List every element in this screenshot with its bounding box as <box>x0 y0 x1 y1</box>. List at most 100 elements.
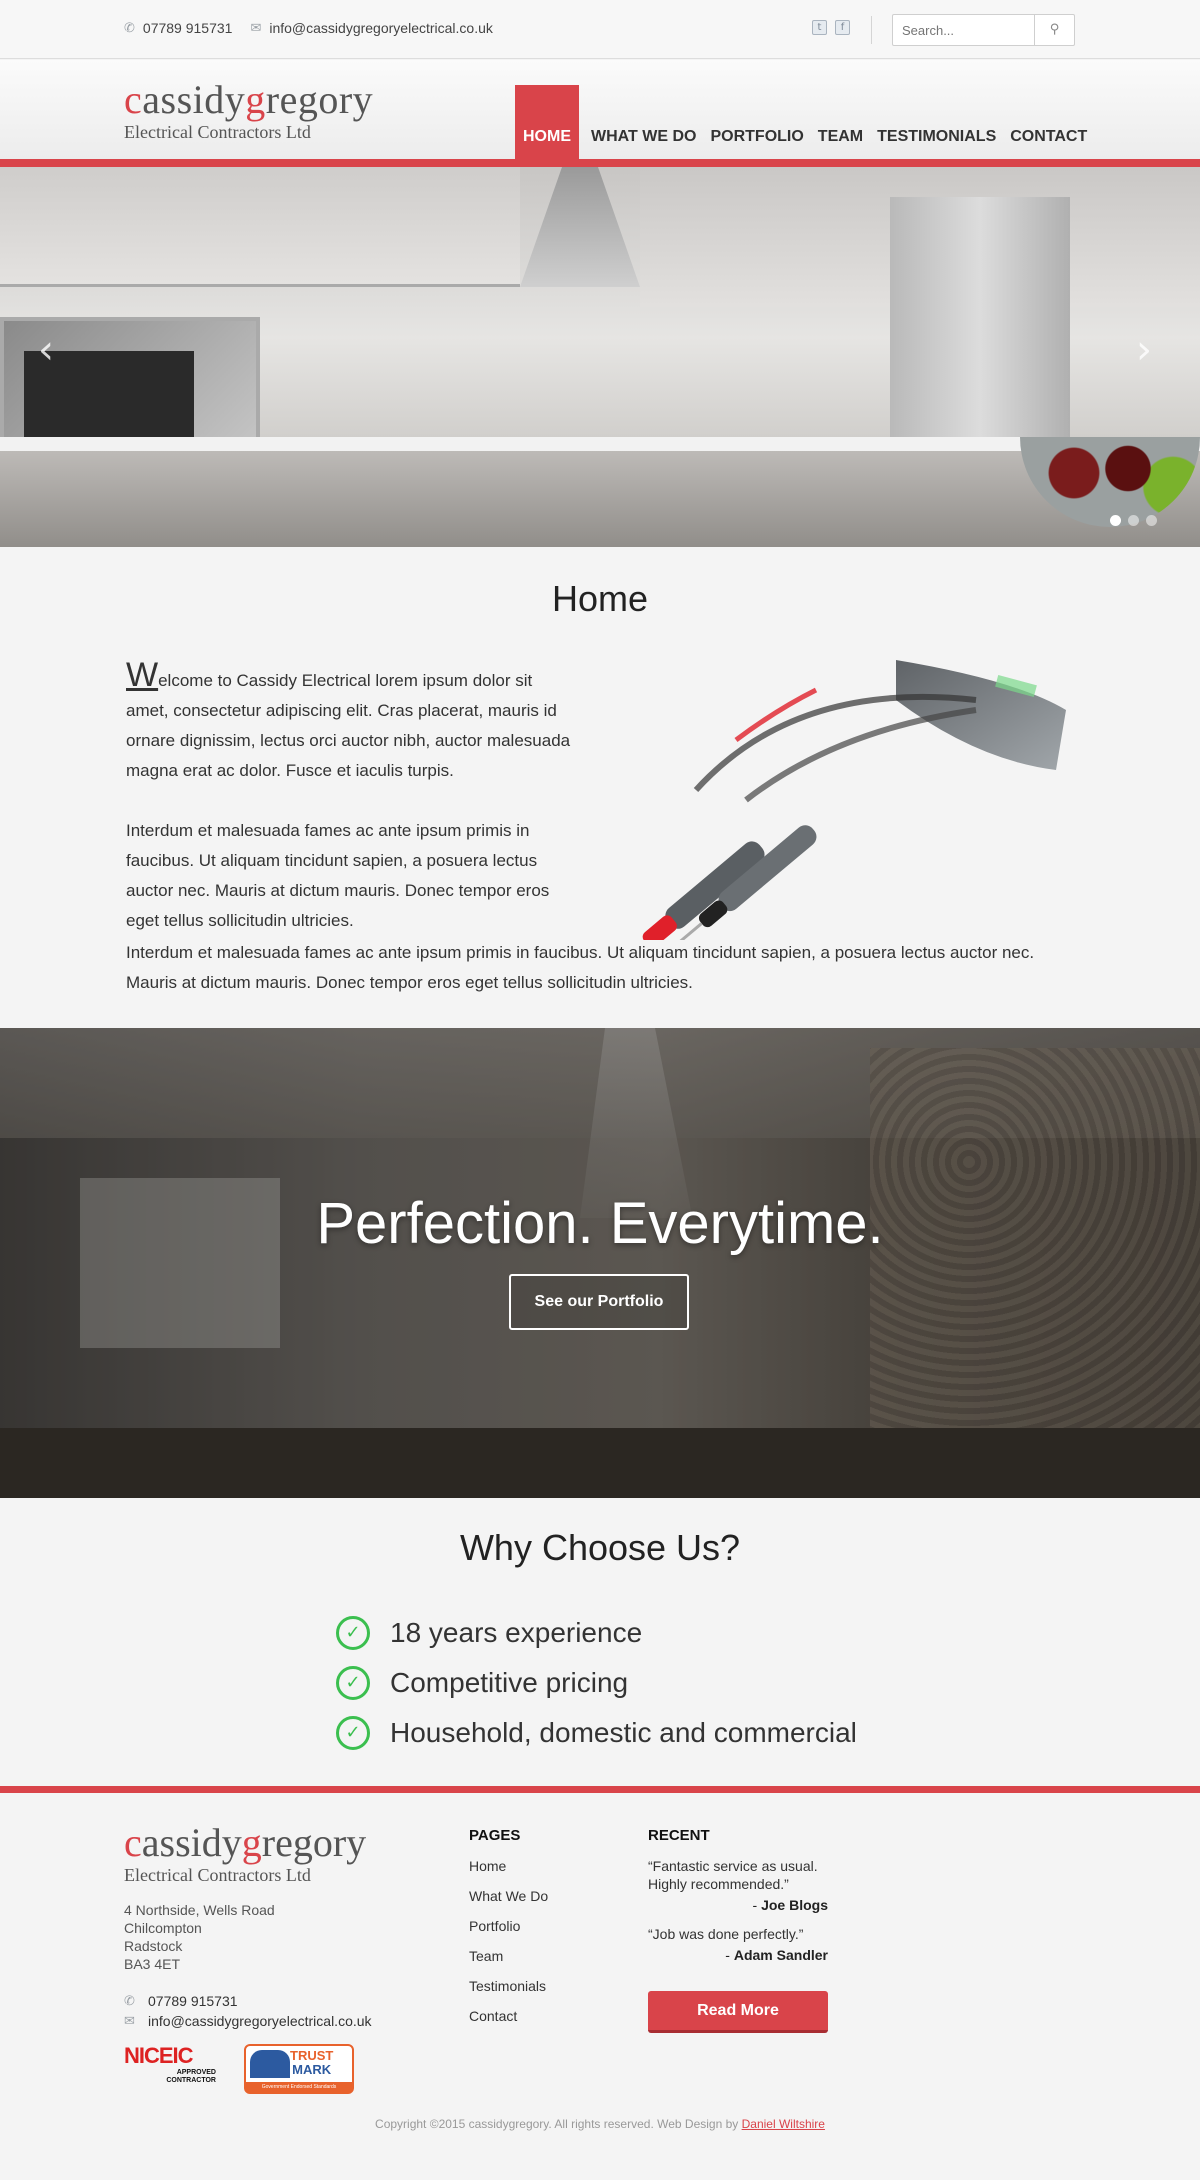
why-title: Why Choose Us? <box>459 1527 741 1568</box>
intro-paragraph-3: Interdum et malesuada fames ac ante ipsu… <box>126 943 1035 992</box>
check-circle-icon: ✓ <box>336 1716 370 1750</box>
nav-team[interactable]: TEAM <box>818 128 877 160</box>
binoculars-icon[interactable]: ⚲ <box>1034 15 1074 45</box>
intro-paragraph-2: Interdum et malesuada fames ac ante ipsu… <box>126 821 550 930</box>
accreditation-badges: NICEIC APPROVED CONTRACTOR TRUST MARK Gov… <box>124 2043 354 2095</box>
top-bar: ✆ 07789 915731 ✉ info@cassidygregoryelec… <box>0 0 1200 59</box>
search-box: ⚲ <box>892 14 1075 46</box>
site-footer: cassidygregory Electrical Contractors Lt… <box>0 1793 1200 2180</box>
logo-text-1: assidy <box>141 1820 242 1865</box>
page-title: Home <box>551 578 649 619</box>
phone-icon: ✆ <box>124 1993 135 2008</box>
logo-letter-g: g <box>245 77 266 122</box>
testimonial-quote: “Job was done perfectly.” <box>648 1926 804 1942</box>
nav-testimonials[interactable]: TESTIMONIALS <box>877 128 1010 160</box>
testimonial-author: Adam Sandler <box>733 1947 828 1963</box>
site-header: cassidygregory Electrical Contractors Lt… <box>0 60 1200 160</box>
footer-address: 4 Northside, Wells Road Chilcompton Rads… <box>124 1901 275 1973</box>
logo-subtitle: Electrical Contractors Ltd <box>124 1865 311 1885</box>
slider-dots <box>1110 515 1157 526</box>
copyright: Copyright ©2015 cassidygregory. All righ… <box>0 2117 1200 2131</box>
mail-icon: ✉ <box>250 20 262 35</box>
footer-pages: Home What We Do Portfolio Team Testimoni… <box>469 1857 548 2037</box>
logo-text-2: regory <box>261 1820 367 1865</box>
footer-link-home[interactable]: Home <box>469 1857 548 1887</box>
phone-icon: ✆ <box>124 20 135 35</box>
trustmark-roof-icon <box>250 2050 290 2078</box>
banner-title: Perfection. Everytime. <box>316 1191 884 1256</box>
twitter-icon[interactable]: t <box>812 20 827 35</box>
facebook-icon[interactable]: f <box>835 20 850 35</box>
top-contact: ✆ 07789 915731 ✉ info@cassidygregoryelec… <box>124 20 493 36</box>
logo-letter-g: g <box>241 1820 262 1865</box>
niceic-logo: NICEIC APPROVED CONTRACTOR <box>124 2043 216 2095</box>
chevron-right-icon[interactable]: › <box>1136 327 1152 373</box>
drop-cap: W <box>126 656 159 694</box>
trustmark-tagline: Government Endorsed Standards <box>246 2082 352 2092</box>
address-line: BA3 4ET <box>124 1956 181 1972</box>
multimeter-probes-image <box>642 660 1066 940</box>
pages-heading: PAGES <box>469 1827 521 1844</box>
footer-link-contact[interactable]: Contact <box>469 2007 548 2037</box>
range-hood <box>520 167 640 287</box>
address-line: 4 Northside, Wells Road <box>124 1902 275 1918</box>
recent-heading: RECENT <box>648 1827 710 1844</box>
search-input[interactable] <box>893 15 1033 45</box>
why-item-text: Competitive pricing <box>390 1667 629 1698</box>
footer-link-portfolio[interactable]: Portfolio <box>469 1917 548 1947</box>
nav-contact[interactable]: CONTACT <box>1010 128 1101 160</box>
copyright-text: Copyright ©2015 cassidygregory. All righ… <box>375 2117 739 2131</box>
read-more-button[interactable]: Read More <box>648 1991 828 2033</box>
logo-text-1: assidy <box>142 77 246 122</box>
see-portfolio-button[interactable]: See our Portfolio <box>509 1274 689 1330</box>
trustmark-text-2: MARK <box>292 2062 332 2077</box>
footer-phone[interactable]: 07789 915731 <box>148 1991 238 2011</box>
check-circle-icon: ✓ <box>336 1666 370 1700</box>
slider-dot[interactable] <box>1110 515 1121 526</box>
footer-link-team[interactable]: Team <box>469 1947 548 1977</box>
designer-link[interactable]: Daniel Wiltshire <box>742 2117 825 2131</box>
list-item: ✓ 18 years experience <box>336 1608 857 1658</box>
nav-portfolio[interactable]: PORTFOLIO <box>710 128 817 160</box>
niceic-contractor: CONTRACTOR <box>166 2077 216 2084</box>
nav-what-we-do[interactable]: WHAT WE DO <box>591 128 710 160</box>
footer-accent-bar <box>0 1786 1200 1793</box>
footer-link-what-we-do[interactable]: What We Do <box>469 1887 548 1917</box>
chevron-left-icon[interactable]: ‹ <box>38 327 54 373</box>
divider <box>871 16 872 44</box>
check-circle-icon: ✓ <box>336 1616 370 1650</box>
address-line: Chilcompton <box>124 1920 202 1936</box>
footer-logo[interactable]: cassidygregory Electrical Contractors Lt… <box>124 1823 366 1886</box>
main-nav: HOME WHAT WE DO PORTFOLIO TEAM TESTIMONI… <box>515 85 1101 160</box>
why-list: ✓ 18 years experience ✓ Competitive pricin… <box>336 1608 857 1758</box>
logo-letter-c: c <box>124 77 143 122</box>
trustmark-logo: TRUST MARK Government Endorsed Standards <box>244 2044 354 2094</box>
trustmark-text-1: TRUST <box>290 2048 334 2063</box>
footer-email[interactable]: info@cassidygregoryelectrical.co.uk <box>148 2011 372 2031</box>
list-item: ✓ Household, domestic and commercial <box>336 1708 857 1758</box>
slider-dot[interactable] <box>1128 515 1139 526</box>
logo-letter-c: c <box>124 1820 142 1865</box>
intro-paragraph: Welcome to Cassidy Electrical lorem ipsu… <box>126 658 576 786</box>
hero-slider: ‹ › <box>0 167 1200 547</box>
mail-icon: ✉ <box>124 2013 135 2028</box>
top-email[interactable]: info@cassidygregoryelectrical.co.uk <box>269 20 493 36</box>
site-logo[interactable]: cassidygregory Electrical Contractors Lt… <box>124 80 373 143</box>
banner-overlay <box>0 1028 1200 1498</box>
logo-text-2: regory <box>265 77 374 122</box>
footer-contact: ✆ 07789 915731 ✉ info@cassidygregoryelectr… <box>124 1991 372 2031</box>
intro-text: Welcome to Cassidy Electrical lorem ipsu… <box>126 658 576 936</box>
list-item: ✓ Competitive pricing <box>336 1658 857 1708</box>
kitchen-cabinets <box>0 167 520 287</box>
niceic-logo-text: NICEIC <box>124 2043 194 2068</box>
footer-link-testimonials[interactable]: Testimonials <box>469 1977 548 2007</box>
logo-subtitle: Electrical Contractors Ltd <box>124 122 311 142</box>
why-item-text: 18 years experience <box>390 1617 643 1648</box>
nav-home[interactable]: HOME <box>515 85 579 160</box>
social-links: t f <box>812 20 850 35</box>
recent-testimonials: “Fantastic service as usual. Highly reco… <box>648 1858 828 1963</box>
slider-dot[interactable] <box>1146 515 1157 526</box>
lower-cabinets <box>0 451 1200 547</box>
top-phone[interactable]: 07789 915731 <box>143 20 233 36</box>
portfolio-banner <box>0 1028 1200 1498</box>
